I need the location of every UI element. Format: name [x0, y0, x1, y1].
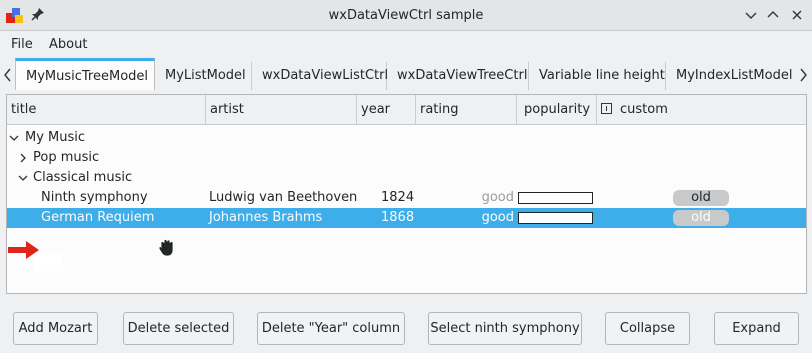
cell-artist: Johannes Brahms	[209, 210, 323, 225]
expand-button[interactable]: Expand	[714, 312, 799, 345]
tree-label-pop: Pop music	[33, 150, 100, 165]
hand-cursor-icon	[157, 238, 177, 258]
window-title: wxDataViewCtrl sample	[328, 8, 484, 23]
close-icon[interactable]	[786, 5, 808, 25]
tab-variable-line-height[interactable]: Variable line height	[529, 62, 666, 90]
menu-file[interactable]: File	[11, 36, 33, 54]
add-mozart-button[interactable]: Add Mozart	[13, 312, 98, 345]
popularity-bar	[518, 212, 593, 224]
header-custom-label: custom	[620, 102, 668, 117]
table-row[interactable]: German Requiem Johannes Brahms 1868 good…	[7, 208, 806, 228]
cell-year: 1868	[381, 210, 415, 225]
chevron-right-icon[interactable]	[18, 153, 28, 163]
tree-row-root[interactable]: My Music	[7, 128, 806, 148]
maximize-icon[interactable]	[762, 5, 784, 25]
dataview-panel[interactable]: title artist year rating popularity cust…	[6, 94, 807, 294]
header-custom[interactable]: custom	[597, 95, 806, 125]
delete-selected-button[interactable]: Delete selected	[123, 312, 234, 345]
custom-cell[interactable]: old	[673, 210, 729, 226]
header-artist[interactable]: artist	[206, 95, 357, 125]
header-popularity[interactable]: popularity	[517, 95, 597, 125]
header-title[interactable]: title	[7, 95, 206, 125]
notebook-tabs: MyMusicTreeModel MyListModel wxDataViewL…	[15, 58, 798, 90]
column-header: title artist year rating popularity cust…	[7, 95, 806, 125]
cell-rating[interactable]: good	[416, 208, 514, 228]
delete-year-column-button[interactable]: Delete "Year" column	[257, 312, 405, 345]
cell-year: 1824	[381, 190, 415, 205]
tab-scroll-right-icon[interactable]	[798, 60, 810, 88]
cell-rating[interactable]: good	[416, 188, 514, 208]
info-icon	[601, 103, 612, 114]
tab-wxdataviewlistctrl[interactable]: wxDataViewListCtrl	[252, 62, 388, 90]
menu-bar: File About	[0, 31, 812, 58]
tree-label-root: My Music	[25, 130, 86, 145]
tab-scroll-left-icon[interactable]	[2, 60, 14, 88]
collapse-button[interactable]: Collapse	[605, 312, 690, 345]
menu-about[interactable]: About	[49, 36, 87, 54]
tree-row-pop[interactable]: Pop music	[7, 148, 806, 168]
cell-title: Ninth symphony	[41, 190, 148, 205]
tab-mymusictreemodel[interactable]: MyMusicTreeModel	[15, 58, 155, 90]
tab-wxdataviewtreectrl[interactable]: wxDataViewTreeCtrl	[387, 62, 529, 90]
title-bar: wxDataViewCtrl sample	[0, 0, 812, 31]
cell-artist: Ludwig van Beethoven	[209, 190, 358, 205]
tab-myindexlistmodel[interactable]: MyIndexListModel	[666, 62, 798, 90]
table-row[interactable]: Ninth symphony Ludwig van Beethoven 1824…	[7, 188, 806, 208]
header-rating[interactable]: rating	[416, 95, 517, 125]
minimize-icon[interactable]	[740, 5, 762, 25]
tab-mylistmodel[interactable]: MyListModel	[155, 62, 252, 90]
custom-cell[interactable]: old	[673, 190, 729, 206]
chevron-down-icon[interactable]	[9, 133, 19, 143]
popularity-bar	[518, 192, 593, 204]
cell-title: German Requiem	[41, 210, 155, 225]
tree-label-classical: Classical music	[33, 170, 133, 185]
select-ninth-symphony-button[interactable]: Select ninth symphony	[428, 312, 582, 345]
header-year[interactable]: year	[357, 95, 416, 125]
chevron-down-icon[interactable]	[18, 173, 28, 183]
tree-row-classical[interactable]: Classical music	[7, 168, 806, 188]
drop-placeholder	[34, 253, 63, 271]
